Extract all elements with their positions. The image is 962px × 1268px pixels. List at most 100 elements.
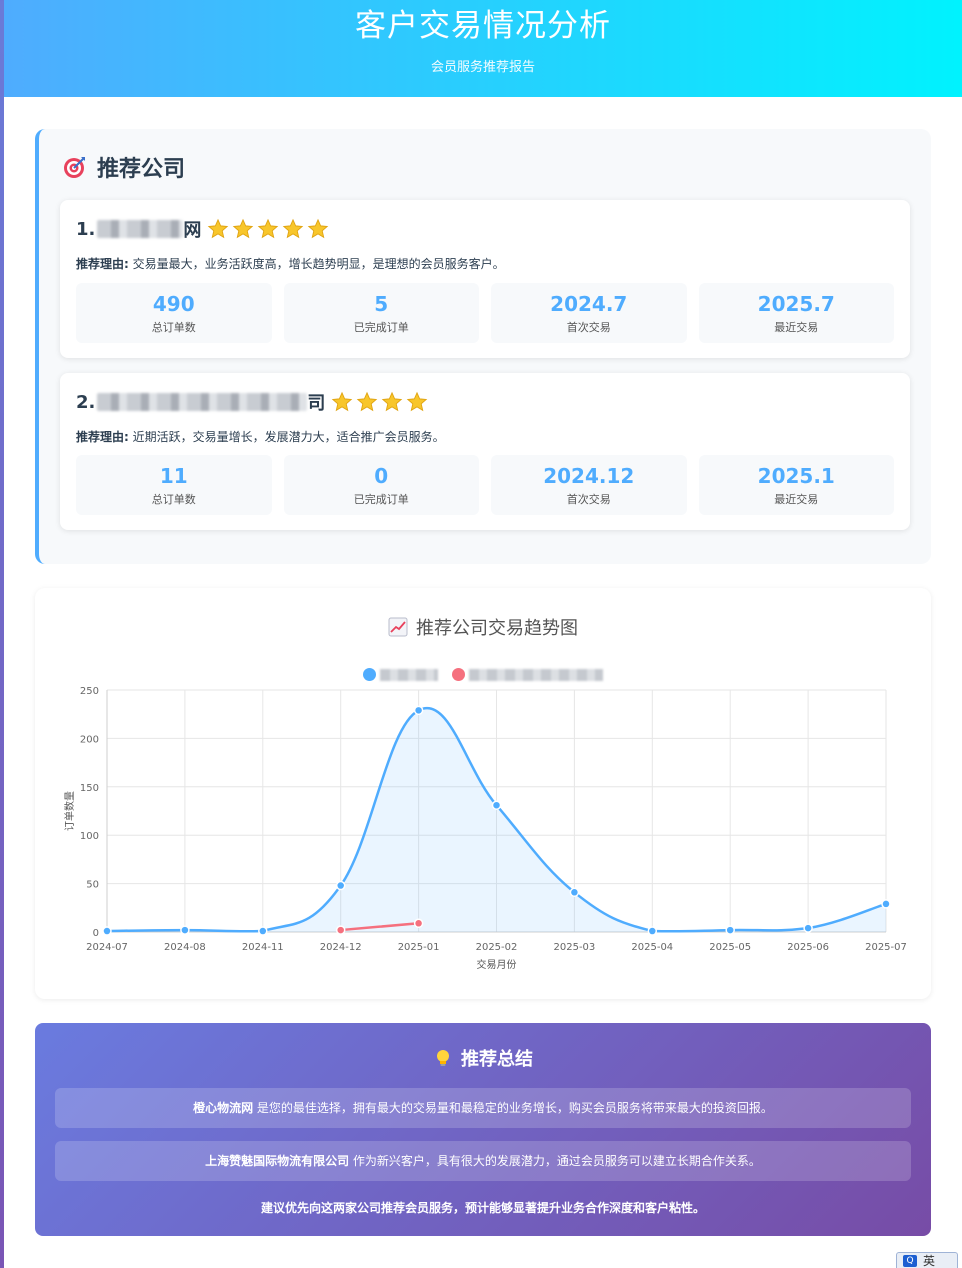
- ime-label: 英: [923, 1254, 936, 1268]
- stat-label: 最近交易: [774, 493, 819, 506]
- company-rank: 2.: [76, 391, 96, 413]
- summary-text-1: 是您的最佳选择，拥有最大的交易量和最稳定的业务增长，购买会员服务将带来最大的投资…: [253, 1101, 773, 1115]
- summary-item-2: 上海赞魅国际物流有限公司 作为新兴客户，具有很大的发展潜力，通过会员服务可以建立…: [55, 1141, 911, 1181]
- data-point: [102, 926, 112, 936]
- page-title: 客户交易情况分析: [355, 8, 611, 44]
- data-point: [258, 926, 268, 936]
- x-tick-label: 2024-07: [86, 942, 128, 953]
- target-icon: [64, 157, 85, 178]
- stat-total-orders: 490 总订单数: [76, 283, 272, 343]
- star-icon: [308, 218, 329, 239]
- recommend-heading-text: 推荐公司: [97, 157, 186, 182]
- stat-value: 2024.12: [543, 464, 635, 488]
- page-subtitle: 会员服务推荐报告: [430, 60, 535, 75]
- stat-label: 已完成订单: [353, 321, 409, 334]
- star-icon: [233, 218, 254, 239]
- x-tick-label: 2024-12: [320, 942, 362, 953]
- stat-label: 总订单数: [151, 321, 196, 334]
- data-point: [413, 705, 424, 716]
- company-name-redacted: [97, 220, 184, 238]
- data-point: [180, 925, 190, 935]
- stat-completed-orders: 5 已完成订单: [283, 283, 479, 343]
- stats-grid: 11 总订单数 0 已完成订单 2024.12 首次交易 2025.1 最近交易: [76, 455, 894, 515]
- data-point: [335, 880, 346, 891]
- data-point: [569, 887, 580, 898]
- star-icon: [258, 218, 279, 239]
- stat-value: 11: [159, 464, 188, 488]
- stat-first-trade: 2024.7 首次交易: [491, 283, 687, 343]
- recommend-section: 推荐公司 1. 网 推荐理由: 交易量最大，业务活跃度高，增长趋势明显，是理想的…: [35, 129, 931, 564]
- stat-last-trade: 2025.1 最近交易: [698, 455, 894, 515]
- star-icon: [357, 391, 378, 412]
- stat-value: 5: [374, 292, 389, 316]
- y-tick-label: 150: [80, 783, 99, 794]
- x-tick-label: 2024-08: [164, 942, 206, 953]
- star-icon: [332, 391, 353, 412]
- stat-value: 2024.7: [550, 292, 628, 316]
- line-chart: 0 50 100 150 200 250 2024-07 2024-08 2024-11 2024…: [63, 686, 907, 971]
- reason-label: 推荐理由:: [76, 430, 129, 444]
- x-tick-label: 2025-03: [554, 942, 596, 953]
- star-icon: [208, 218, 229, 239]
- star-rating: [207, 218, 332, 240]
- chart-section: 推荐公司交易趋势图 0 50 100 150 200 250 2024-07 2024-08 2…: [35, 588, 931, 999]
- x-tick-label: 2025-04: [631, 942, 673, 953]
- x-tick-label: 2025-01: [398, 942, 440, 953]
- recommend-reason: 推荐理由: 交易量最大，业务活跃度高，增长趋势明显，是理想的会员服务客户。: [76, 255, 505, 272]
- summary-company-2: 上海赞魅国际物流有限公司: [205, 1154, 350, 1168]
- summary-heading: 推荐总结: [461, 1049, 533, 1070]
- summary-heading-row: 推荐总结: [35, 1045, 931, 1071]
- company-name-row: 2. 司: [76, 389, 431, 415]
- ime-indicator[interactable]: Q 英: [896, 1252, 958, 1268]
- stat-value: 490: [152, 292, 195, 316]
- stat-label: 已完成订单: [353, 493, 409, 506]
- x-tick-label: 2024-11: [242, 942, 284, 953]
- stat-value: 2025.7: [757, 292, 835, 316]
- reason-text: 近期活跃，交易量增长，发展潜力大，适合推广会员服务。: [132, 430, 445, 444]
- summary-final: 建议优先向这两家公司推荐会员服务，预计能够显著提升业务合作深度和客户粘性。: [260, 1201, 705, 1215]
- y-axis-label: 订单数量: [63, 791, 76, 831]
- stat-value: 0: [374, 464, 389, 488]
- stat-last-trade: 2025.7 最近交易: [698, 283, 894, 343]
- ime-logo-icon: Q: [903, 1254, 917, 1267]
- x-tick-label: 2025-02: [476, 942, 518, 953]
- stat-label: 首次交易: [566, 321, 611, 334]
- data-point: [725, 925, 735, 935]
- star-icon: [407, 391, 428, 412]
- company-rank: 1.: [76, 218, 96, 240]
- y-tick-label: 50: [86, 880, 99, 891]
- stat-completed-orders: 0 已完成订单: [283, 455, 479, 515]
- y-tick-label: 250: [80, 686, 99, 697]
- reason-text: 交易量最大，业务活跃度高，增长趋势明显，是理想的会员服务客户。: [132, 257, 505, 271]
- stat-value: 2025.1: [757, 464, 835, 488]
- star-icon: [382, 391, 403, 412]
- stats-grid: 490 总订单数 5 已完成订单 2024.7 首次交易 2025.7 最近交易: [76, 283, 894, 343]
- x-tick-label: 2025-06: [787, 942, 829, 953]
- company-name-row: 1. 网: [76, 216, 332, 242]
- data-point: [647, 926, 658, 936]
- stat-label: 总订单数: [151, 493, 196, 506]
- page-header: 客户交易情况分析 会员服务推荐报告: [4, 0, 962, 97]
- y-tick-label: 100: [80, 831, 99, 842]
- star-icon: [283, 218, 304, 239]
- report-page: 客户交易情况分析 会员服务推荐报告 推荐公司 1. 网 推荐理由: 交易量最大，…: [4, 0, 962, 1268]
- summary-section: 推荐总结 橙心物流网 是您的最佳选择，拥有最大的交易量和最稳定的业务增长，购买会…: [35, 1023, 931, 1236]
- y-tick-label: 0: [93, 928, 99, 939]
- recommend-reason: 推荐理由: 近期活跃，交易量增长，发展潜力大，适合推广会员服务。: [76, 428, 445, 445]
- data-point: [803, 923, 813, 933]
- company-card-2: 2. 司 推荐理由: 近期活跃，交易量增长，发展潜力大，适合推广会员服务。 11…: [60, 373, 910, 530]
- stat-first-trade: 2024.12 首次交易: [491, 455, 687, 515]
- lightbulb-icon: [437, 1050, 449, 1066]
- stat-label: 最近交易: [774, 321, 819, 334]
- summary-company-1: 橙心物流网: [193, 1101, 254, 1115]
- stat-total-orders: 11 总订单数: [76, 455, 272, 515]
- x-tick-label: 2025-05: [709, 942, 751, 953]
- x-tick-label: 2025-07: [865, 942, 907, 953]
- recommend-heading: 推荐公司: [63, 151, 185, 183]
- reason-label: 推荐理由:: [76, 257, 129, 271]
- company-name-tail: 司: [307, 393, 326, 414]
- x-axis-label: 交易月份: [477, 958, 517, 971]
- data-point: [491, 800, 502, 810]
- data-point: [413, 918, 424, 929]
- data-point: [335, 925, 346, 935]
